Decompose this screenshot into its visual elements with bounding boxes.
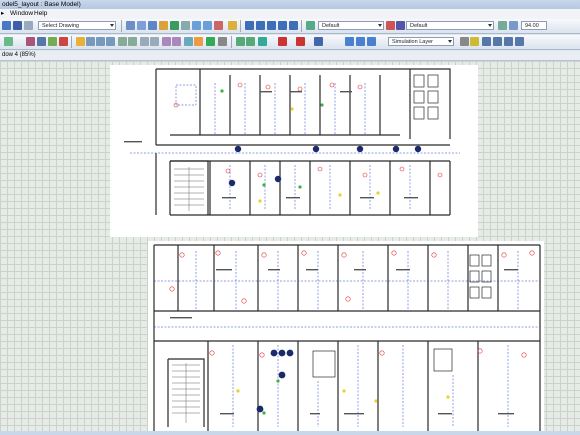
properties-icon[interactable] [482, 37, 491, 46]
text-icon[interactable] [37, 37, 46, 46]
route-icon[interactable] [245, 21, 254, 30]
group-icon[interactable] [118, 37, 127, 46]
separator [71, 36, 72, 48]
drawing-select[interactable]: Select Drawing [38, 21, 116, 30]
align-center-icon[interactable] [96, 37, 105, 46]
node-icon[interactable] [256, 21, 265, 30]
export-icon[interactable] [504, 37, 513, 46]
zoom-icon[interactable] [192, 21, 201, 30]
floor-plan-upper-drawing [124, 68, 460, 216]
drawing-select-value: Select Drawing [42, 23, 79, 29]
layer-up-icon[interactable] [246, 37, 255, 46]
filter-icon[interactable] [498, 21, 507, 30]
simulation-layer-select[interactable]: Simulation Layer [388, 37, 454, 46]
check-icon[interactable] [170, 21, 179, 30]
text-color-icon[interactable] [314, 37, 323, 46]
toolbar-drawing: Simulation Layer [0, 35, 580, 50]
separator [231, 36, 232, 48]
separator [301, 20, 302, 32]
canvas-title: dow 4 (85%) [2, 52, 36, 58]
ungroup-icon[interactable] [128, 37, 137, 46]
zoom-fit-icon[interactable] [203, 21, 212, 30]
settings-icon[interactable] [460, 37, 469, 46]
separator [121, 20, 122, 32]
rotate-icon[interactable] [162, 37, 171, 46]
lock-icon[interactable] [214, 21, 223, 30]
scale-icon[interactable] [509, 21, 518, 30]
path-icon[interactable] [267, 21, 276, 30]
redo-icon[interactable] [396, 21, 405, 30]
chevron-down-icon [110, 24, 114, 27]
front-icon[interactable] [140, 37, 149, 46]
fill-color-icon[interactable] [296, 37, 305, 46]
window-icon[interactable] [515, 37, 524, 46]
layer-icon[interactable] [236, 37, 245, 46]
arrow-icon[interactable] [306, 21, 315, 30]
link-icon[interactable] [278, 21, 287, 30]
pencil-icon[interactable] [470, 37, 479, 46]
zoom-input-value: 94.00 [525, 23, 539, 29]
draw-icon[interactable] [26, 37, 35, 46]
copy-icon[interactable] [137, 21, 146, 30]
paste-icon[interactable] [148, 21, 157, 30]
back-icon[interactable] [150, 37, 159, 46]
canvas-tab[interactable]: dow 4 (85%) [0, 51, 580, 61]
layer-select-2-value: Default [410, 23, 428, 29]
undo-icon[interactable] [386, 21, 395, 30]
zoom-input[interactable]: 94.00 [521, 21, 547, 30]
delete-icon[interactable] [59, 37, 68, 46]
flip-icon[interactable] [172, 37, 181, 46]
cut-icon[interactable] [126, 21, 135, 30]
chevron-down-icon [378, 24, 382, 27]
edit-icon[interactable] [48, 37, 57, 46]
print-icon[interactable] [493, 37, 502, 46]
toolbar-main: Select Drawing Default Default 94.00 [0, 19, 580, 34]
title-bar: odel5_layout : Base Model) [0, 0, 580, 9]
image-icon[interactable] [194, 37, 203, 46]
grid-icon[interactable] [24, 21, 33, 30]
color-icon[interactable] [76, 37, 85, 46]
floor-plan-lower[interactable] [148, 241, 544, 431]
separator [240, 20, 241, 32]
layer-select-2[interactable]: Default [406, 21, 494, 30]
paint-icon[interactable] [258, 37, 267, 46]
drawing-canvas[interactable] [0, 61, 580, 431]
simulation-layer-value: Simulation Layer [392, 39, 433, 45]
snap-grid-icon[interactable] [345, 37, 354, 46]
layout-icon[interactable] [289, 21, 298, 30]
layer-select-1-value: Default [322, 23, 340, 29]
align-right-icon[interactable] [106, 37, 115, 46]
table-icon[interactable] [184, 37, 193, 46]
menu-bar: ▸ Window Help [0, 9, 580, 19]
open-icon[interactable] [2, 21, 11, 30]
floor-plan-lower-drawing [153, 244, 541, 431]
chevron-down-icon [488, 24, 492, 27]
snap-angle-icon[interactable] [367, 37, 376, 46]
layer-select-1[interactable]: Default [318, 21, 384, 30]
floor-plan-upper[interactable] [110, 65, 478, 237]
chevron-down-icon [448, 40, 452, 43]
select-icon[interactable] [181, 21, 190, 30]
line-style-icon[interactable] [218, 37, 227, 46]
window-title: odel5_layout : Base Model) [2, 1, 81, 8]
status-bar [0, 431, 580, 435]
folder-icon[interactable] [159, 21, 168, 30]
font-icon[interactable] [206, 37, 215, 46]
line-color-icon[interactable] [278, 37, 287, 46]
align-left-icon[interactable] [86, 37, 95, 46]
move-icon[interactable] [228, 21, 237, 30]
save-icon[interactable] [13, 21, 22, 30]
menu-item-help[interactable]: Help [34, 9, 47, 19]
menu-item-window[interactable]: Window [10, 9, 33, 19]
pointer-icon[interactable] [4, 37, 13, 46]
menu-prefix: ▸ [1, 10, 5, 17]
snap-object-icon[interactable] [356, 37, 365, 46]
